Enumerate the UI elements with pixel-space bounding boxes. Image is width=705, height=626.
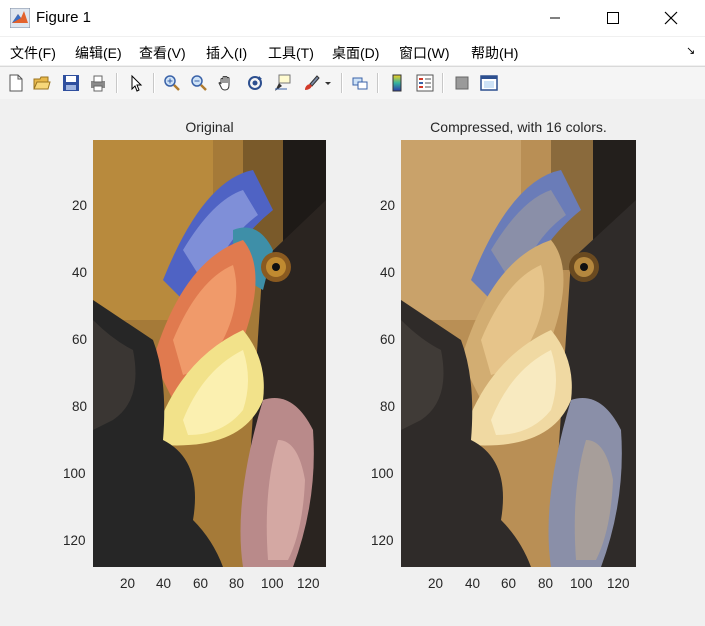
rotate-3d-icon: [248, 76, 262, 90]
compressed-image[interactable]: [401, 140, 636, 567]
window-title: Figure 1: [36, 9, 92, 26]
toolbar: [0, 66, 705, 100]
axes-title-compressed: Compressed, with 16 colors.: [430, 119, 607, 135]
link-plot-button[interactable]: [349, 72, 371, 94]
xtick-label: 60: [193, 576, 209, 591]
maximize-button[interactable]: [590, 0, 636, 36]
toolbar-separator: [442, 73, 444, 93]
toolbar-separator: [377, 73, 379, 93]
menu-insert[interactable]: 插入(I): [206, 43, 247, 63]
matlab-logo-icon: [10, 8, 30, 28]
xtick-label: 20: [428, 576, 444, 591]
maximize-icon: [607, 12, 619, 24]
data-cursor-icon: [275, 74, 291, 91]
xtick-label: 100: [570, 576, 593, 591]
colorbar-button[interactable]: [386, 72, 408, 94]
new-figure-button[interactable]: [5, 72, 27, 94]
close-button[interactable]: [648, 0, 694, 36]
xtick-label: 40: [156, 576, 172, 591]
toolbar-separator: [116, 73, 118, 93]
pan-button[interactable]: [215, 72, 237, 94]
toolbar-separator: [341, 73, 343, 93]
ytick-label: 120: [371, 533, 394, 548]
open-file-icon: [33, 76, 51, 90]
legend-button[interactable]: [414, 72, 436, 94]
ytick-label: 40: [72, 265, 88, 280]
xtick-label: 20: [120, 576, 136, 591]
ytick-label: 80: [72, 399, 88, 414]
menu-window[interactable]: 窗口(W): [399, 43, 450, 63]
xtick-label: 120: [297, 576, 320, 591]
figure-canvas: Original 20 40 60 80 100 120 20 40 60 80…: [0, 99, 705, 626]
menu-view[interactable]: 查看(V): [139, 43, 186, 63]
data-cursor-button[interactable]: [271, 72, 293, 94]
zoom-out-icon: [191, 75, 207, 91]
title-bar: Figure 1: [0, 0, 705, 37]
brush-icon: [305, 75, 320, 90]
colorbar-icon: [392, 74, 402, 92]
xtick-label: 80: [229, 576, 245, 591]
show-plot-tools-icon: [480, 75, 498, 91]
ytick-label: 40: [380, 265, 396, 280]
toolbar-separator: [153, 73, 155, 93]
ytick-label: 80: [380, 399, 396, 414]
hide-plot-tools-icon: [455, 76, 469, 90]
menu-bar: 文件(F) 编辑(E) 查看(V) 插入(I) 工具(T) 桌面(D) 窗口(W…: [0, 37, 705, 65]
ytick-label: 20: [72, 198, 88, 213]
legend-icon: [416, 74, 434, 92]
minimize-button[interactable]: [532, 0, 578, 36]
minimize-icon: [550, 17, 560, 19]
brush-dropdown-button[interactable]: [322, 72, 334, 94]
menu-file[interactable]: 文件(F): [10, 43, 56, 63]
save-button[interactable]: [60, 72, 82, 94]
select-arrow-button[interactable]: [125, 72, 147, 94]
pan-hand-icon: [218, 76, 230, 91]
zoom-in-button[interactable]: [161, 72, 183, 94]
hide-plot-tools-button[interactable]: [451, 72, 473, 94]
brush-button[interactable]: [300, 72, 322, 94]
menu-help[interactable]: 帮助(H): [471, 43, 518, 63]
zoom-out-button[interactable]: [188, 72, 210, 94]
ytick-label: 100: [63, 466, 86, 481]
open-file-button[interactable]: [31, 72, 53, 94]
ytick-label: 100: [371, 466, 394, 481]
print-icon: [91, 75, 105, 92]
original-image[interactable]: [93, 140, 326, 567]
xtick-label: 40: [465, 576, 481, 591]
menu-desktop[interactable]: 桌面(D): [332, 43, 379, 63]
show-plot-tools-button[interactable]: [478, 72, 500, 94]
ytick-label: 60: [72, 332, 88, 347]
rotate-3d-button[interactable]: [244, 72, 266, 94]
ytick-label: 20: [380, 198, 396, 213]
menu-tools[interactable]: 工具(T): [268, 43, 314, 63]
xtick-label: 120: [607, 576, 630, 591]
menu-edit[interactable]: 编辑(E): [75, 43, 122, 63]
close-icon: [664, 11, 678, 25]
zoom-in-icon: [164, 75, 180, 91]
menu-dock-arrow-icon[interactable]: ↘: [686, 44, 695, 57]
xtick-label: 80: [538, 576, 554, 591]
chevron-down-icon: [325, 82, 331, 85]
ytick-label: 60: [380, 332, 396, 347]
select-arrow-icon: [131, 74, 143, 92]
link-plot-icon: [352, 77, 368, 90]
ytick-label: 120: [63, 533, 86, 548]
xtick-label: 100: [261, 576, 284, 591]
new-figure-icon: [9, 74, 23, 92]
print-button[interactable]: [87, 72, 109, 94]
axes-title-original: Original: [185, 119, 234, 135]
xtick-label: 60: [501, 576, 517, 591]
save-icon: [63, 75, 79, 91]
